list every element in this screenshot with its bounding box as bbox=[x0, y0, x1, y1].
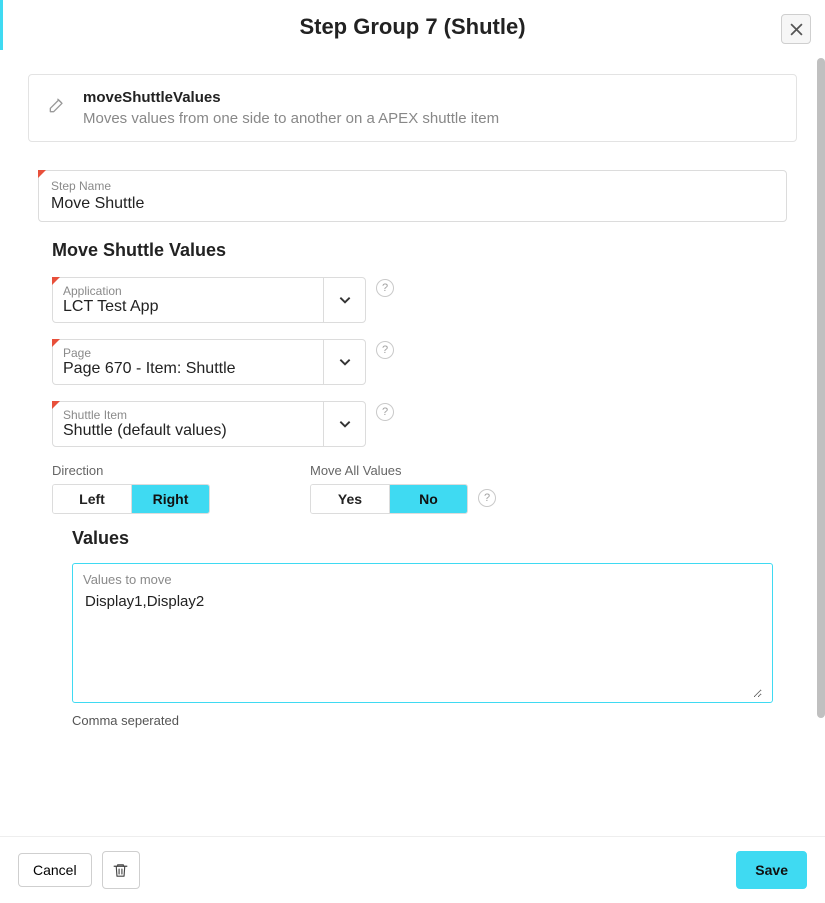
step-type-text: moveShuttleValues Moves values from one … bbox=[83, 89, 499, 127]
shuttle-item-value: Shuttle (default values) bbox=[63, 422, 313, 440]
trash-icon bbox=[112, 862, 129, 879]
application-select[interactable]: Application LCT Test App bbox=[52, 277, 366, 323]
page-help-icon[interactable]: ? bbox=[376, 341, 394, 359]
application-row: Application LCT Test App ? bbox=[52, 277, 787, 323]
step-name-input[interactable] bbox=[51, 195, 774, 213]
step-type-card: moveShuttleValues Moves values from one … bbox=[28, 74, 797, 142]
values-helper: Comma seperated bbox=[72, 713, 773, 728]
move-all-yes-button[interactable]: Yes bbox=[311, 485, 389, 513]
move-all-no-button[interactable]: No bbox=[389, 485, 467, 513]
delete-button[interactable] bbox=[102, 851, 140, 889]
move-all-label: Move All Values bbox=[310, 463, 468, 478]
close-button[interactable] bbox=[781, 14, 811, 44]
step-name-label: Step Name bbox=[51, 179, 774, 193]
modal-footer: Cancel Save bbox=[0, 836, 825, 903]
direction-toggle: Left Right bbox=[52, 484, 210, 514]
shuttle-item-label: Shuttle Item bbox=[63, 408, 313, 422]
step-type-description: Moves values from one side to another on… bbox=[83, 110, 499, 127]
move-all-group: Move All Values Yes No ? bbox=[310, 463, 496, 514]
shuttle-item-help-icon[interactable]: ? bbox=[376, 403, 394, 421]
application-value: LCT Test App bbox=[63, 298, 313, 316]
move-all-help-icon[interactable]: ? bbox=[478, 489, 496, 507]
page-row: Page Page 670 - Item: Shuttle ? bbox=[52, 339, 787, 385]
page-value: Page 670 - Item: Shuttle bbox=[63, 360, 313, 378]
modal-title: Step Group 7 (Shutle) bbox=[299, 14, 525, 40]
chevron-down-icon bbox=[338, 293, 352, 307]
direction-label: Direction bbox=[52, 463, 210, 478]
values-input[interactable] bbox=[83, 591, 762, 698]
modal-body: moveShuttleValues Moves values from one … bbox=[0, 50, 825, 836]
shuttle-item-dropdown-button[interactable] bbox=[323, 402, 365, 446]
toggle-row: Direction Left Right Move All Values Yes… bbox=[52, 463, 787, 514]
page-label: Page bbox=[63, 346, 313, 360]
step-name-field[interactable]: Step Name bbox=[38, 170, 787, 222]
page-select[interactable]: Page Page 670 - Item: Shuttle bbox=[52, 339, 366, 385]
values-heading: Values bbox=[72, 528, 787, 549]
application-help-icon[interactable]: ? bbox=[376, 279, 394, 297]
form-region: Step Name Move Shuttle Values Applicatio… bbox=[28, 170, 797, 728]
pencil-icon[interactable] bbox=[47, 95, 67, 118]
move-all-toggle: Yes No bbox=[310, 484, 468, 514]
modal-dialog: Step Group 7 (Shutle) moveShuttleValues … bbox=[0, 0, 825, 903]
application-label: Application bbox=[63, 284, 313, 298]
modal-header: Step Group 7 (Shutle) bbox=[0, 0, 825, 50]
section-heading: Move Shuttle Values bbox=[52, 240, 787, 261]
close-icon bbox=[790, 23, 803, 36]
step-type-title: moveShuttleValues bbox=[83, 89, 499, 106]
shuttle-item-select[interactable]: Shuttle Item Shuttle (default values) bbox=[52, 401, 366, 447]
page-dropdown-button[interactable] bbox=[323, 340, 365, 384]
direction-group: Direction Left Right bbox=[52, 463, 210, 514]
chevron-down-icon bbox=[338, 355, 352, 369]
values-label: Values to move bbox=[83, 572, 762, 587]
save-button[interactable]: Save bbox=[736, 851, 807, 889]
chevron-down-icon bbox=[338, 417, 352, 431]
direction-left-button[interactable]: Left bbox=[53, 485, 131, 513]
direction-right-button[interactable]: Right bbox=[131, 485, 209, 513]
cancel-button[interactable]: Cancel bbox=[18, 853, 92, 887]
application-dropdown-button[interactable] bbox=[323, 278, 365, 322]
values-textarea-wrap[interactable]: Values to move bbox=[72, 563, 773, 703]
shuttle-item-row: Shuttle Item Shuttle (default values) ? bbox=[52, 401, 787, 447]
